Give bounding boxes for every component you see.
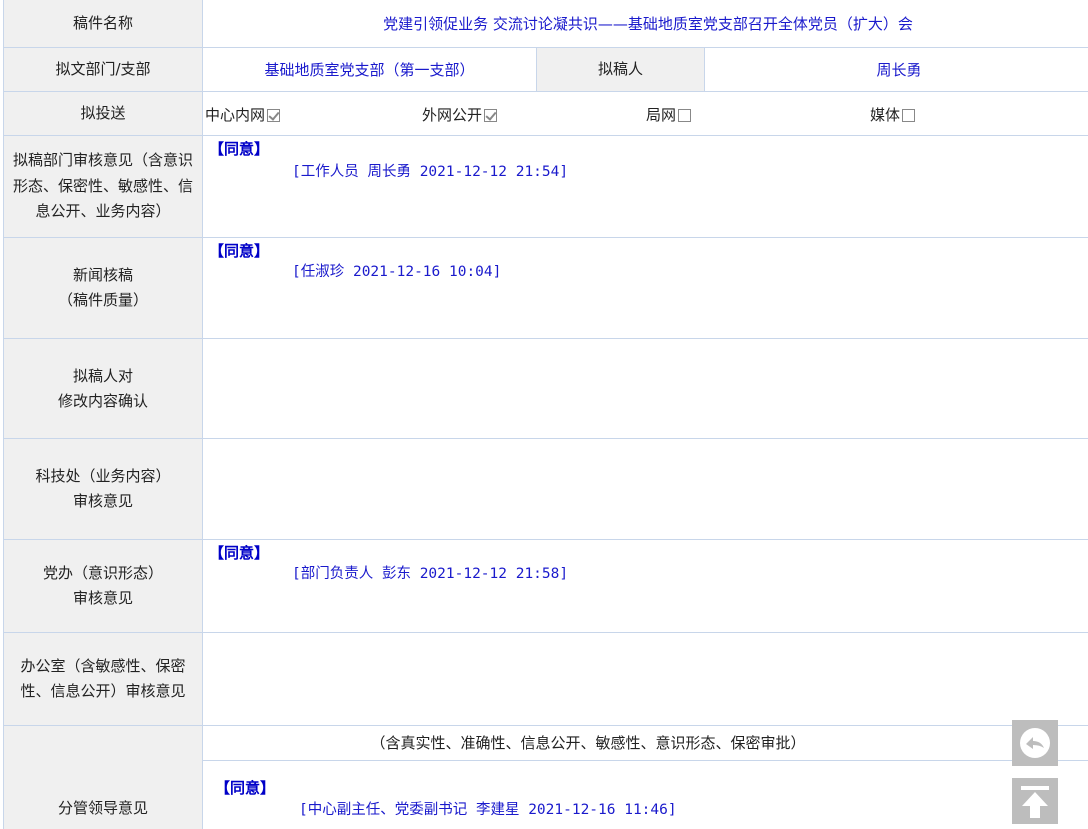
drafter-confirm-label: 拟稿人对 修改内容确认 (3, 338, 203, 439)
party-review-label-line1: 党办（意识形态） (42, 564, 163, 582)
reply-icon (1020, 728, 1050, 758)
tech-review-label-line2: 审核意见 (72, 492, 133, 510)
signature: [任淑珍 2021-12-16 10:04] (292, 264, 502, 280)
signature: [中心副主任、党委副书记 李建星 2021-12-16 11:46] (299, 802, 677, 818)
bureau-checkbox[interactable] (678, 109, 692, 122)
row-dept-review: 拟稿部门审核意见（含意识形态、保密性、敏感性、信息公开、业务内容） 【同意】 [… (3, 135, 1088, 238)
public-checkbox[interactable] (484, 109, 498, 122)
tech-review-label-line1: 科技处（业务内容） (35, 467, 171, 485)
send-options: 中心内网 外网公开 局网 媒体 (201, 91, 1088, 136)
intranet-checkbox[interactable] (267, 109, 281, 122)
approval-form-page: 稿件名称 党建引领促业务 交流讨论凝共识——基础地质室党支部召开全体党员（扩大）… (0, 0, 1088, 829)
media-checkbox[interactable] (902, 109, 916, 122)
drafter-confirm-label-line2: 修改内容确认 (57, 391, 148, 410)
title-label: 稿件名称 (3, 0, 203, 48)
agree-tag: 【同意】 (209, 242, 270, 260)
row-drafter-confirm: 拟稿人对 修改内容确认 (3, 338, 1088, 439)
office-review-label: 办公室（含敏感性、保密 性、信息公开）审核意见 (3, 632, 203, 726)
row-party-review: 党办（意识形态） 审核意见 【同意】 [部门负责人 彭东 2021-12-12 … (3, 539, 1088, 633)
leader-review-label: 分管领导意见 (3, 725, 203, 829)
send-label: 拟投送 (3, 91, 203, 136)
party-review-opinion: 【同意】 [部门负责人 彭东 2021-12-12 21:58] (201, 539, 1088, 633)
party-review-label-line2: 审核意见 (72, 589, 133, 607)
signature: [部门负责人 彭东 2021-12-12 21:58] (292, 566, 569, 582)
back-to-top-button[interactable] (1012, 778, 1058, 824)
office-review-label-line2: 性、信息公开）审核意见 (20, 682, 186, 700)
option-public-label: 外网公开 (422, 106, 483, 124)
agree-tag: 【同意】 (209, 140, 270, 158)
dept-label: 拟文部门/支部 (3, 47, 203, 92)
dept-review-label: 拟稿部门审核意见（含意识形态、保密性、敏感性、信息公开、业务内容） (3, 135, 203, 238)
dept-value: 基础地质室党支部（第一支部） (202, 47, 537, 92)
agree-tag: 【同意】 (215, 779, 276, 797)
drafter-confirm-opinion (201, 338, 1088, 439)
option-intranet: 中心内网 (205, 104, 281, 125)
back-to-top-icon (1021, 786, 1049, 818)
row-send: 拟投送 中心内网 外网公开 局网 媒体 (3, 91, 1088, 136)
dept-review-opinion: 【同意】 [工作人员 周长勇 2021-12-12 21:54] (201, 135, 1088, 238)
option-bureau-label: 局网 (646, 106, 677, 124)
leader-review-opinion: （含真实性、准确性、信息公开、敏感性、意识形态、保密审批） 【同意】 [中心副主… (201, 725, 1088, 829)
party-review-label: 党办（意识形态） 审核意见 (3, 539, 203, 633)
drafter-label: 拟稿人 (536, 47, 705, 92)
drafter-confirm-label-line1: 拟稿人对 (72, 366, 133, 385)
approval-form: 稿件名称 党建引领促业务 交流讨论凝共识——基础地质室党支部召开全体党员（扩大）… (3, 0, 1088, 829)
tech-review-opinion (201, 438, 1088, 540)
row-dept: 拟文部门/支部 基础地质室党支部（第一支部） 拟稿人 周长勇 (3, 47, 1088, 92)
office-review-label-line1: 办公室（含敏感性、保密 (20, 657, 186, 675)
option-public: 外网公开 (422, 104, 498, 125)
signature: [工作人员 周长勇 2021-12-12 21:54] (292, 164, 569, 180)
option-intranet-label: 中心内网 (205, 106, 266, 124)
title-value: 党建引领促业务 交流讨论凝共识——基础地质室党支部召开全体党员（扩大）会 (201, 0, 1088, 48)
agree-tag: 【同意】 (209, 544, 270, 562)
row-news-review: 新闻核稿 （稿件质量） 【同意】 [任淑珍 2021-12-16 10:04] (3, 237, 1088, 339)
leader-review-note: （含真实性、准确性、信息公开、敏感性、意识形态、保密审批） (203, 726, 1088, 761)
option-media: 媒体 (870, 104, 916, 125)
option-media-label: 媒体 (870, 106, 901, 124)
row-title: 稿件名称 党建引领促业务 交流讨论凝共识——基础地质室党支部召开全体党员（扩大）… (3, 0, 1088, 48)
news-review-label-line2: （稿件质量） (57, 291, 148, 309)
row-leader-review: 分管领导意见 （含真实性、准确性、信息公开、敏感性、意识形态、保密审批） 【同意… (3, 725, 1088, 829)
news-review-label: 新闻核稿 （稿件质量） (3, 237, 203, 339)
option-bureau: 局网 (646, 104, 692, 125)
office-review-opinion (201, 632, 1088, 726)
drafter-value: 周长勇 (703, 47, 1088, 92)
tech-review-label: 科技处（业务内容） 审核意见 (3, 438, 203, 540)
row-office-review: 办公室（含敏感性、保密 性、信息公开）审核意见 (3, 632, 1088, 726)
row-tech-review: 科技处（业务内容） 审核意见 (3, 438, 1088, 540)
news-review-label-line1: 新闻核稿 (72, 266, 133, 284)
reply-button[interactable] (1012, 720, 1058, 766)
news-review-opinion: 【同意】 [任淑珍 2021-12-16 10:04] (201, 237, 1088, 339)
